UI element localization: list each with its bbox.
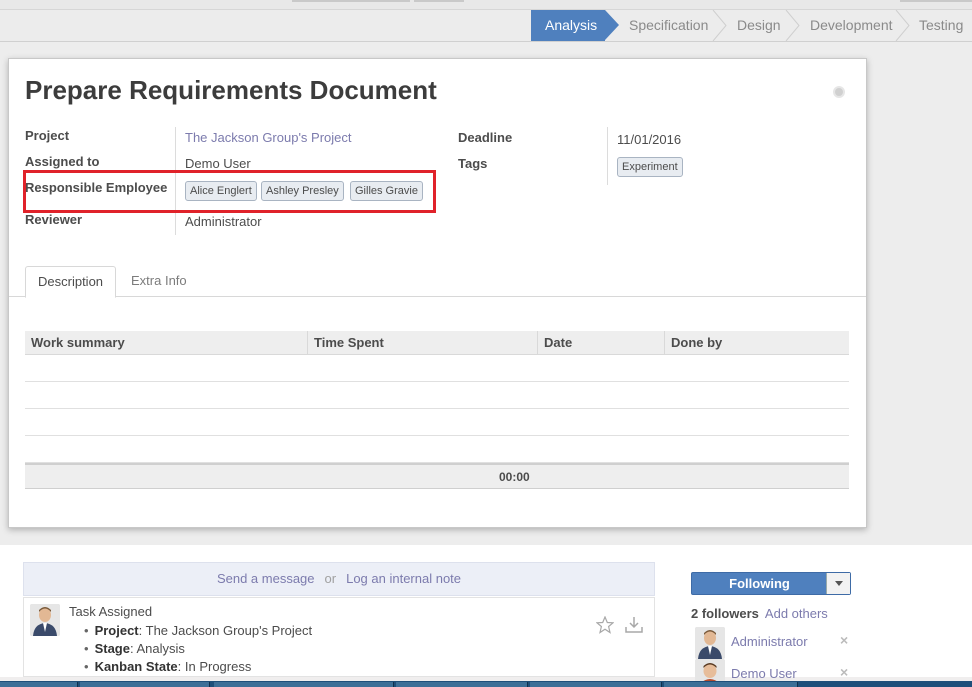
compose-bar: Send a message or Log an internal note — [23, 562, 655, 596]
chevron-down-icon[interactable] — [826, 573, 850, 594]
stage-testing[interactable]: Testing — [899, 10, 963, 41]
priority-dot-icon[interactable] — [833, 86, 845, 98]
top-strip-segment — [292, 0, 410, 2]
close-icon[interactable]: × — [840, 632, 848, 648]
or-text: or — [324, 571, 337, 586]
project-value[interactable]: The Jackson Group's Project — [185, 130, 352, 145]
stage-label: Design — [737, 17, 781, 33]
stage-specification[interactable]: Specification — [609, 10, 708, 41]
table-row[interactable] — [25, 436, 849, 463]
follower-item: Administrator × — [691, 627, 851, 659]
column-header-date[interactable]: Date — [538, 331, 665, 355]
taskbar-button[interactable] — [396, 682, 528, 687]
tab-description[interactable]: Description — [25, 266, 117, 298]
stage-development[interactable]: Development — [790, 10, 893, 41]
table-footer: 00:00 — [25, 463, 849, 489]
chatter-area: Send a message or Log an internal note Tas… — [0, 545, 972, 687]
stage-label: Analysis — [545, 17, 598, 33]
download-icon[interactable] — [624, 616, 644, 637]
avatar — [695, 627, 725, 659]
time-spent-total: 00:00 — [499, 470, 530, 484]
assigned-value[interactable]: Demo User — [185, 156, 251, 171]
message-title: Task Assigned — [69, 604, 153, 619]
list-item: Project: The Jackson Group's Project — [84, 622, 313, 640]
os-taskbar — [0, 681, 972, 687]
tag-badge[interactable]: Experiment — [617, 157, 683, 177]
stage-statusbar: Analysis Specification Design Developmen… — [0, 10, 972, 42]
taskbar-button[interactable] — [530, 682, 662, 687]
record-title[interactable]: Prepare Requirements Document — [25, 75, 437, 106]
followers-header: 2 followers Add others — [691, 606, 828, 621]
stage-label: Specification — [629, 17, 709, 33]
follower-name[interactable]: Administrator — [731, 634, 808, 649]
table-header: Work summary Time Spent Date Done by — [25, 331, 849, 355]
log-note-link[interactable]: Log an internal note — [346, 571, 461, 586]
column-header-done-by[interactable]: Done by — [665, 331, 849, 355]
top-strip-segment — [414, 0, 464, 2]
table-row[interactable] — [25, 382, 849, 409]
stage-design[interactable]: Design — [717, 10, 781, 41]
top-strip-segment — [900, 0, 972, 2]
list-item: Kanban State: In Progress — [84, 658, 312, 676]
list-item: Stage: Analysis — [84, 640, 312, 658]
taskbar-button[interactable] — [214, 682, 394, 687]
taskbar-button[interactable] — [0, 682, 78, 687]
message-details: Project: The Jackson Group's Project Sta… — [84, 622, 313, 676]
reviewer-label: Reviewer — [25, 212, 83, 227]
stage-analysis[interactable]: Analysis — [531, 10, 619, 41]
column-header-time-spent[interactable]: Time Spent — [308, 331, 538, 355]
close-icon[interactable]: × — [840, 664, 848, 680]
add-others-link[interactable]: Add others — [765, 606, 828, 621]
taskbar-button[interactable] — [664, 682, 798, 687]
field-separator — [607, 127, 608, 185]
tags-label: Tags — [458, 156, 488, 171]
follower-name[interactable]: Demo User — [731, 666, 797, 681]
deadline-value[interactable]: 11/01/2016 — [617, 132, 681, 147]
message-actions — [590, 615, 644, 637]
work-table: Work summary Time Spent Date Done by 00:… — [25, 331, 849, 489]
avatar — [30, 604, 60, 636]
star-icon[interactable] — [595, 615, 615, 637]
project-label: Project — [25, 128, 70, 143]
highlight-box — [23, 170, 436, 213]
notebook-tabs: Description Extra Info — [9, 266, 866, 298]
top-strip — [0, 0, 972, 10]
send-message-link[interactable]: Send a message — [217, 571, 315, 586]
following-label: Following — [729, 576, 790, 591]
table-row[interactable] — [25, 409, 849, 436]
stage-label: Testing — [919, 17, 964, 33]
following-button[interactable]: Following — [691, 572, 851, 595]
table-row[interactable] — [25, 355, 849, 382]
chatter-message: Task Assigned Project: The Jackson Group… — [23, 597, 655, 677]
tab-extra-info[interactable]: Extra Info — [119, 266, 199, 298]
taskbar-button[interactable] — [80, 682, 210, 687]
stage-label: Development — [810, 17, 893, 33]
form-sheet: Prepare Requirements Document Project Th… — [8, 58, 867, 528]
reviewer-value[interactable]: Administrator — [185, 214, 262, 229]
assigned-label: Assigned to — [25, 154, 100, 169]
deadline-label: Deadline — [458, 130, 513, 145]
followers-count: 2 followers — [691, 606, 759, 621]
column-header-work-summary[interactable]: Work summary — [25, 331, 308, 355]
